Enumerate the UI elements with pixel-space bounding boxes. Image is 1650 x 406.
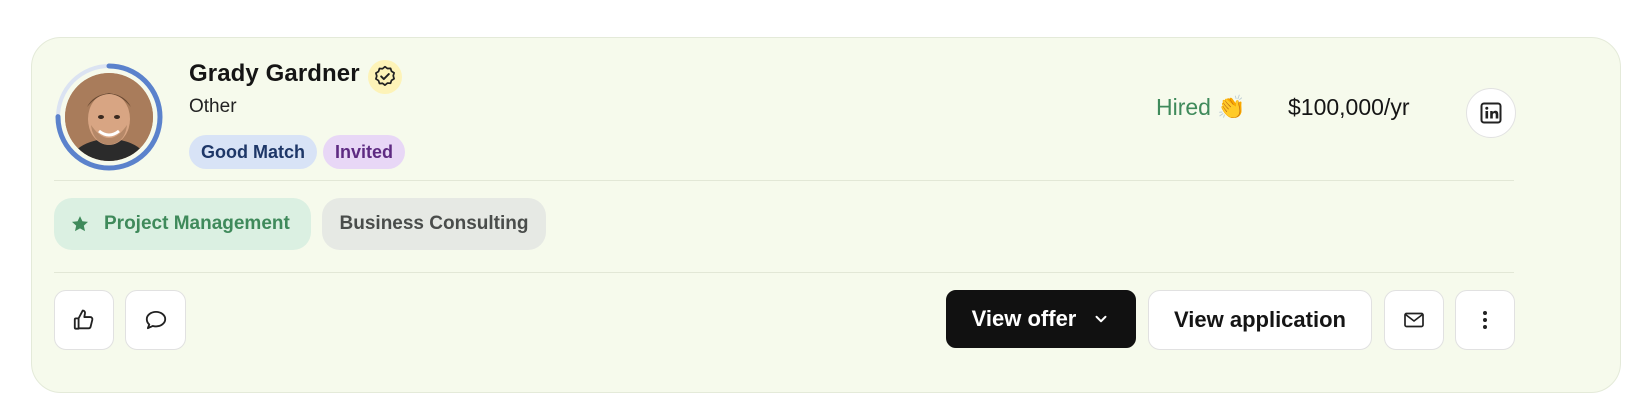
candidate-card: Grady Gardner Other Good Match Invited H… — [31, 37, 1621, 393]
comment-button[interactable] — [125, 290, 186, 350]
email-button[interactable] — [1384, 290, 1444, 350]
good-match-badge: Good Match — [189, 135, 317, 169]
divider — [54, 180, 1514, 181]
linkedin-button[interactable] — [1466, 88, 1516, 138]
candidate-name[interactable]: Grady Gardner — [189, 60, 360, 88]
view-offer-button[interactable]: View offer — [946, 290, 1136, 348]
linkedin-icon — [1480, 102, 1502, 124]
avatar-progress — [54, 62, 164, 172]
skill-chip-primary[interactable]: Project Management — [54, 198, 311, 250]
view-offer-label: View offer — [971, 306, 1077, 331]
more-vertical-icon — [1483, 311, 1487, 329]
avatar[interactable] — [65, 73, 153, 161]
skill-label: Project Management — [104, 213, 290, 234]
hiring-status: Hired 👏 — [1156, 94, 1246, 120]
invited-badge: Invited — [323, 135, 406, 169]
comment-icon — [145, 310, 166, 330]
skill-chip[interactable]: Business Consulting — [322, 198, 546, 250]
like-button[interactable] — [54, 290, 114, 350]
more-options-button[interactable] — [1455, 290, 1515, 350]
candidate-role: Other — [189, 96, 237, 117]
chevron-down-icon — [1095, 315, 1107, 323]
mail-icon — [1404, 312, 1424, 328]
divider — [54, 272, 1514, 273]
star-icon — [70, 214, 90, 234]
view-application-button[interactable]: View application — [1148, 290, 1372, 350]
thumbs-up-icon — [73, 309, 94, 330]
salary: $100,000/yr — [1288, 94, 1410, 120]
verified-badge-icon — [368, 60, 402, 94]
